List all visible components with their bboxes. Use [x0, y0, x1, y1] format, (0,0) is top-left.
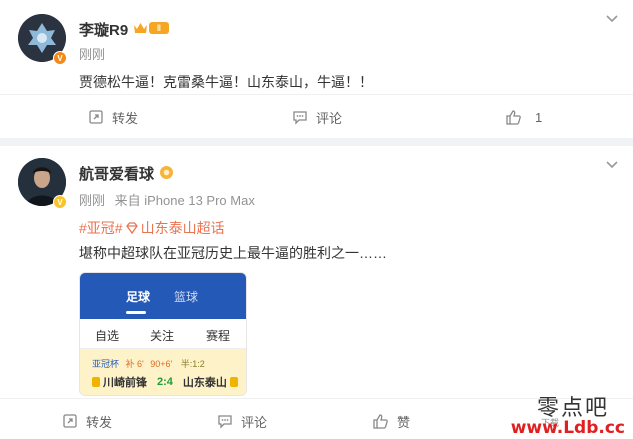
embed-subtab: 赛程	[206, 329, 231, 343]
embed-tab-underline	[126, 311, 146, 314]
repost-button[interactable]: 转发	[62, 399, 112, 439]
match-teams: 川崎前锋 2:4 山东泰山	[92, 374, 238, 390]
thumbs-up-icon	[373, 413, 388, 429]
embed-subtab: 自选	[95, 329, 120, 343]
like-button[interactable]: 1	[505, 95, 542, 139]
post-card-1: V 李璇R9 Ⅱ 刚刚 贾德松牛逼！克雷桑牛逼！山东泰山，牛逼！！ 转发 评论	[0, 0, 633, 138]
verified-badge-icon: V	[53, 51, 67, 65]
username[interactable]: 李璇R9	[79, 19, 128, 40]
team-flag-icon	[92, 377, 100, 387]
thumbs-up-icon	[506, 109, 521, 125]
embed-tab-football: 足球	[126, 290, 151, 304]
super-topic-link[interactable]: 山东泰山超话	[141, 218, 225, 238]
embed-tab-basketball: 篮球	[174, 290, 199, 304]
comment-button[interactable]: 评论	[217, 399, 267, 439]
member-level-badge: Ⅱ	[149, 22, 169, 34]
match-info: 亚冠杯 补 6' 90+6' 半:1:2	[92, 357, 205, 370]
flower-badge-icon	[160, 166, 173, 179]
chevron-down-icon[interactable]	[604, 10, 620, 26]
like-label: 赞	[397, 414, 411, 430]
chevron-down-icon[interactable]	[604, 156, 620, 172]
embed-subtab: 关注	[150, 329, 175, 343]
topic-line: #亚冠# 山东泰山超话	[79, 218, 225, 238]
comment-label: 评论	[316, 110, 343, 126]
super-topic-icon	[125, 222, 138, 235]
embedded-image[interactable]: 足球 篮球 自选 关注 赛程 亚冠杯 补 6' 90+6' 半:1:2 川崎前锋…	[79, 272, 247, 396]
team-flag-icon	[229, 377, 238, 387]
post-time: 刚刚 来自 iPhone 13 Pro Max	[79, 190, 255, 209]
away-team: 山东泰山	[182, 377, 227, 389]
match-extra: 补 6'	[125, 359, 144, 369]
comment-button[interactable]: 评论	[292, 95, 342, 139]
post-text: 堪称中超球队在亚冠历史上最牛逼的胜利之一……	[79, 245, 387, 261]
repost-label: 转发	[86, 414, 113, 430]
verified-badge-icon: V	[53, 195, 67, 209]
match-league: 亚冠杯	[92, 359, 120, 369]
post-time-text: 刚刚	[79, 193, 106, 208]
comment-label: 评论	[241, 414, 268, 430]
embed-header: 足球 篮球	[80, 273, 246, 319]
repost-button[interactable]: 转发	[88, 95, 138, 139]
watermark-url: www.Ldb.cc	[510, 418, 625, 438]
embed-subtabs: 自选 关注 赛程	[80, 319, 246, 349]
repost-label: 转发	[112, 110, 139, 126]
like-count: 1	[535, 109, 543, 125]
embed-match-row: 亚冠杯 补 6' 90+6' 半:1:2 川崎前锋 2:4 山东泰山	[80, 349, 246, 395]
match-score: 2:4	[157, 376, 173, 388]
match-time: 90+6'	[150, 359, 173, 369]
repost-icon	[89, 110, 103, 124]
post-source[interactable]: 来自 iPhone 13 Pro Max	[115, 193, 255, 208]
post-text: 贾德松牛逼！克雷桑牛逼！山东泰山，牛逼！！	[79, 74, 373, 90]
home-team: 川崎前锋	[103, 377, 147, 389]
crown-icon	[134, 23, 147, 33]
like-button[interactable]: 赞	[372, 399, 410, 439]
post-time: 刚刚	[79, 47, 106, 62]
repost-icon	[63, 414, 77, 428]
comment-icon	[293, 111, 307, 125]
action-bar: 转发 评论 1	[0, 94, 633, 138]
match-half: 半:1:2	[180, 359, 205, 369]
username[interactable]: 航哥爱看球	[79, 163, 154, 184]
topic-link[interactable]: #亚冠#	[79, 218, 123, 238]
comment-icon	[218, 415, 232, 429]
